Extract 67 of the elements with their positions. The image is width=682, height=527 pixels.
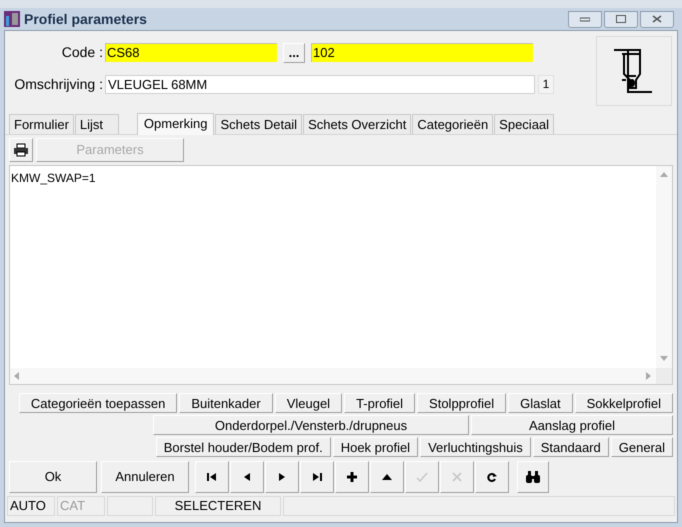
category-button[interactable]: Verluchtingshuis [420,437,531,457]
category-button[interactable]: Onderdorpel./Vensterb./drupneus [153,415,469,435]
navigation-button[interactable] [265,461,299,493]
navigation-button[interactable] [335,461,369,493]
last-record-icon [311,471,323,483]
status-cell: AUTO [7,496,55,516]
navigation-button[interactable] [370,461,404,493]
printer-icon [13,143,29,157]
category-button[interactable]: T-profiel [344,393,416,413]
tab[interactable]: Schets Detail [215,114,302,134]
status-cell: CAT [57,496,105,516]
app-icon [4,11,20,27]
category-button[interactable]: Aanslag profiel [471,415,673,435]
plus-icon [346,471,358,483]
checkmark-icon [416,471,428,483]
tab[interactable]: Speciaal [494,114,554,134]
search-button[interactable] [517,461,549,493]
category-button[interactable]: Hoek profiel [332,437,418,457]
category-button[interactable]: Standaard [532,437,609,457]
status-cell [107,496,153,516]
tab[interactable]: Formulier [9,114,74,134]
description-label: Omschrijving : [13,75,104,94]
code-number-field[interactable]: 102 [311,43,533,62]
cancel-button[interactable]: Annuleren [101,461,189,493]
remarks-field[interactable]: KMW_SWAP=1 [9,165,673,385]
maximize-icon [616,15,626,23]
scroll-up-icon [660,172,668,178]
close-button[interactable] [640,10,674,28]
navigation-button[interactable] [300,461,334,493]
category-button[interactable]: General [610,437,673,457]
scroll-down-icon [660,356,668,362]
tab[interactable]: Categorieën [412,114,494,134]
code-label: Code : [60,43,104,62]
description-field[interactable]: VLEUGEL 68MM [105,75,535,94]
category-button[interactable]: Stolpprofiel [417,393,506,413]
status-cell: SELECTEREN [155,496,281,516]
close-icon [652,15,662,23]
category-button[interactable]: Glaslat [508,393,573,413]
navigation-button[interactable] [475,461,509,493]
category-button[interactable]: Buitenkader [179,393,273,413]
vertical-scrollbar[interactable] [656,166,672,368]
refresh-icon [486,471,498,483]
minimize-icon [580,16,590,22]
scroll-left-icon [14,372,20,380]
browse-button[interactable]: ... [283,42,305,62]
ok-button[interactable]: Ok [9,461,97,493]
minimize-button[interactable] [568,10,602,28]
print-button[interactable] [9,138,33,162]
category-button[interactable]: Sokkelprofiel [574,393,673,413]
tab[interactable]: Opmerking [136,113,214,135]
category-button[interactable]: Categorieën toepassen [18,393,178,413]
maximize-button[interactable] [604,10,638,28]
category-button[interactable]: Vleugel [274,393,342,413]
first-record-icon [206,471,218,483]
navigation-button[interactable] [195,461,229,493]
scroll-right-icon [646,372,652,380]
tab[interactable]: Lijst [74,114,119,134]
horizontal-scrollbar[interactable] [10,368,656,384]
tab[interactable]: Schets Overzicht [303,114,412,134]
scrollbar-corner [656,368,672,384]
window-title: Profiel parameters [24,10,147,29]
navigation-button[interactable] [230,461,264,493]
close-icon [451,471,463,483]
description-count: 1 [538,75,554,94]
category-button[interactable]: Borstel houder/Bodem prof. [156,437,331,457]
binoculars-icon [525,470,541,484]
code-field[interactable]: CS68 [105,43,277,62]
